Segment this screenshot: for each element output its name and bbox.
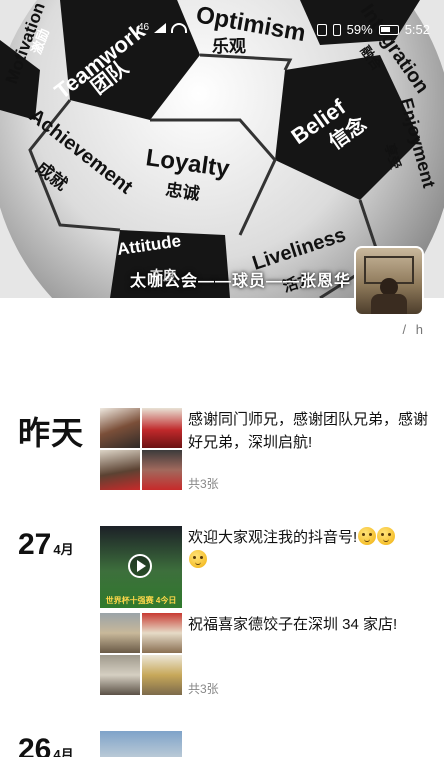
play-icon[interactable] [128,554,152,578]
clock: 5:52 [404,22,430,37]
date-day: 26 [18,733,52,757]
post-photo-1[interactable] [100,408,140,448]
battery-percent: 59% [346,22,373,37]
video-caption: 世界杯十强赛 4今日 [105,596,177,605]
date-day: 27 [18,528,52,561]
post-photo-3[interactable] [100,655,140,695]
post-photo-4[interactable] [142,450,182,490]
post-text[interactable]: 感谢同门师兄，感谢团队兄弟，感谢好兄弟，深圳启航! [188,408,428,454]
post-text[interactable]: 祝福喜家德饺子在深圳 34 家店! [188,613,428,636]
grin-emoji-icon [377,527,396,545]
post-photo-4[interactable] [142,655,182,695]
network-type-label: 46 [138,22,150,33]
date-month: 4月 [53,747,74,757]
date-month: 4月 [53,542,74,557]
post-photo-2[interactable] [142,408,182,448]
post-date-26: 26 4月 [18,733,74,757]
video-thumbnail[interactable]: 世界杯十强赛 4今日 [100,526,182,608]
post-date-yesterday: 昨天 [18,415,85,451]
post-photo-1[interactable] [100,613,140,653]
post-photo-3[interactable] [100,450,140,490]
post-text[interactable]: 欢迎大家观注我的抖音号! [188,526,428,572]
grin-emoji-icon [189,550,207,568]
grin-emoji-icon [358,527,377,545]
wifi-icon [171,22,188,33]
post-photo[interactable] [100,731,182,757]
nfc-icon [316,23,327,36]
photo-count: 共3张 [188,682,219,696]
avatar[interactable] [354,246,424,316]
status-bar: 46 59% 5:52 [0,0,444,40]
battery-icon [378,24,399,35]
signal-icon [154,22,167,33]
post-photo-2[interactable] [142,613,182,653]
post-text-content: 欢迎大家观注我的抖音号! [188,529,358,546]
profile-name[interactable]: 太咖公会——球员——张恩华 [130,267,351,291]
vibrate-icon [332,23,341,36]
post-date-27: 27 4月 [18,528,74,562]
signature-icon[interactable]: / h [403,322,426,337]
photo-count: 共3张 [188,477,219,491]
